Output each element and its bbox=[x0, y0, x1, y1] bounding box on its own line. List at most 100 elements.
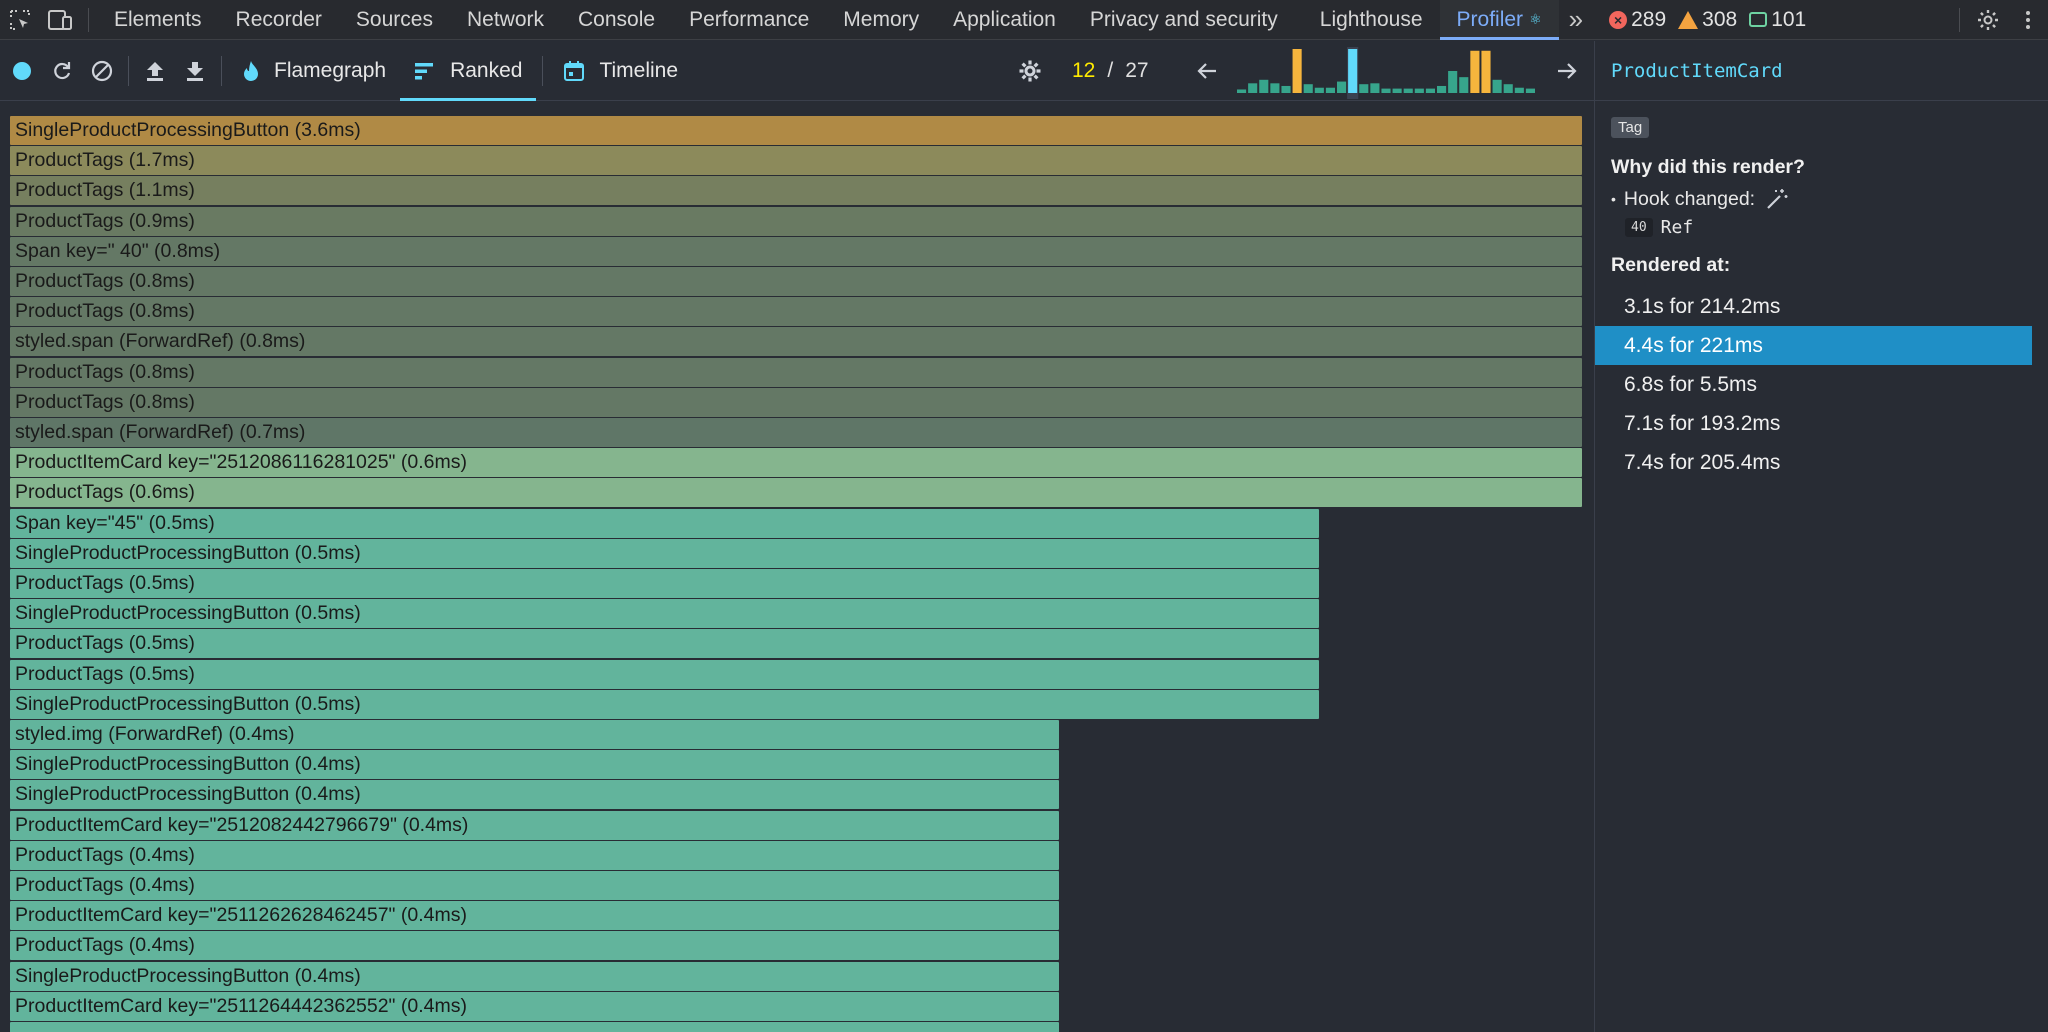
ranked-bar[interactable]: SingleProductProcessingButton (0.4ms) bbox=[10, 780, 1059, 810]
ranked-tab[interactable]: Ranked bbox=[400, 41, 537, 101]
ranked-bar[interactable]: ProductTags (0.9ms) bbox=[10, 206, 1582, 236]
commit-bar[interactable] bbox=[1392, 88, 1402, 93]
error-counter[interactable]: × 289 bbox=[1609, 8, 1666, 32]
ranked-bar[interactable]: ProductTags (0.5ms) bbox=[10, 659, 1319, 689]
ranked-bar[interactable]: ProductTags (0.5ms) bbox=[10, 629, 1319, 659]
rendered-at-item[interactable]: 7.1s for 193.2ms bbox=[1595, 404, 2032, 443]
ranked-bar[interactable]: ProductTags (0.8ms) bbox=[10, 387, 1582, 417]
commit-bar[interactable] bbox=[1370, 83, 1380, 93]
timeline-tab[interactable]: Timeline bbox=[549, 41, 692, 101]
ranked-bar[interactable]: ProductTags (0.4ms) bbox=[10, 840, 1059, 870]
tab-console[interactable]: Console bbox=[561, 0, 672, 40]
tab-profiler[interactable]: Profiler ⚛ bbox=[1439, 0, 1559, 40]
ranked-bar[interactable]: ProductTags (0.4ms) bbox=[10, 931, 1059, 961]
commit-bar[interactable] bbox=[1414, 88, 1424, 93]
ranked-bar[interactable]: ProductTags (1.7ms) bbox=[10, 146, 1582, 176]
commit-bar[interactable] bbox=[1303, 84, 1313, 93]
ranked-bar[interactable]: Span key="45" (0.5ms) bbox=[10, 508, 1319, 538]
reload-and-profile-button[interactable] bbox=[42, 41, 82, 101]
commit-bar[interactable] bbox=[1325, 87, 1335, 93]
commit-bar[interactable] bbox=[1237, 89, 1247, 93]
rendered-at-item[interactable]: 3.1s for 214.2ms bbox=[1595, 287, 2032, 326]
tab-memory[interactable]: Memory bbox=[826, 0, 936, 40]
ranked-bar[interactable]: ProductTags (0.8ms) bbox=[10, 297, 1582, 327]
commit-bar[interactable] bbox=[1281, 85, 1291, 93]
commit-bar[interactable] bbox=[1503, 84, 1513, 93]
profiler-settings-button[interactable] bbox=[1010, 41, 1050, 101]
ranked-bar[interactable]: ProductTags (0.8ms) bbox=[10, 267, 1582, 296]
ranked-bar[interactable]: styled.img (ForwardRef) (0.4ms) bbox=[10, 720, 1059, 749]
ranked-bar[interactable]: SingleProductProcessingButton (3.6ms) bbox=[10, 116, 1582, 145]
ranked-bar[interactable]: styled.span (ForwardRef) (0.8ms) bbox=[10, 327, 1582, 357]
tabbar-right-actions bbox=[1951, 0, 2048, 40]
commit-bar[interactable] bbox=[1248, 83, 1258, 93]
ranked-bar[interactable]: ProductTags (0.5ms) bbox=[10, 569, 1319, 598]
commit-bar[interactable] bbox=[1314, 87, 1324, 93]
flamegraph-tab[interactable]: Flamegraph bbox=[228, 41, 400, 101]
ranked-bar[interactable]: ProductTags (0.8ms) bbox=[10, 357, 1582, 387]
ranked-bar[interactable]: ProductItemCard key="2512086116281025" (… bbox=[10, 448, 1582, 478]
commit-bar[interactable] bbox=[1348, 49, 1358, 93]
tab-network[interactable]: Network bbox=[450, 0, 561, 40]
ranked-bar[interactable]: SingleProductProcessingButton (0.4ms) bbox=[10, 750, 1059, 780]
ranked-bar[interactable]: SingleProductProcessingButton (0.4ms) bbox=[10, 961, 1059, 991]
ranked-bar[interactable]: Span key=" 40" (0.8ms) bbox=[10, 236, 1582, 266]
ranked-bar[interactable] bbox=[10, 1022, 1059, 1032]
tab-sources[interactable]: Sources bbox=[339, 0, 450, 40]
ranked-bar[interactable]: styled.span (ForwardRef) (0.7ms) bbox=[10, 418, 1582, 447]
settings-gear-icon[interactable] bbox=[1968, 0, 2008, 40]
commit-bar[interactable] bbox=[1448, 71, 1458, 93]
commit-bar[interactable] bbox=[1270, 83, 1280, 93]
commit-bar[interactable] bbox=[1514, 87, 1524, 93]
rendered-at-item[interactable]: 7.4s for 205.4ms bbox=[1595, 443, 2032, 482]
commit-bar[interactable] bbox=[1525, 88, 1535, 93]
tab-elements[interactable]: Elements bbox=[97, 0, 219, 40]
magic-wand-icon[interactable] bbox=[1765, 187, 1789, 211]
commit-bar[interactable] bbox=[1481, 50, 1491, 93]
next-commit-button[interactable] bbox=[1556, 41, 1578, 101]
clear-profiling-button[interactable] bbox=[82, 41, 122, 101]
tab-lighthouse[interactable]: Lighthouse bbox=[1303, 0, 1440, 40]
ranked-bar[interactable]: ProductTags (0.4ms) bbox=[10, 871, 1059, 900]
message-counter[interactable]: 101 bbox=[1749, 8, 1806, 32]
ranked-bar[interactable]: ProductTags (1.1ms) bbox=[10, 176, 1582, 206]
commit-bar[interactable] bbox=[1492, 79, 1502, 93]
rendered-at-item[interactable]: 6.8s for 5.5ms bbox=[1595, 365, 2032, 404]
commit-bar[interactable] bbox=[1337, 81, 1347, 93]
commit-bar[interactable] bbox=[1381, 88, 1391, 93]
commit-bar[interactable] bbox=[1403, 88, 1413, 93]
commit-bar[interactable] bbox=[1359, 84, 1369, 93]
ranked-bar[interactable]: SingleProductProcessingButton (0.5ms) bbox=[10, 599, 1319, 629]
more-tabs-icon[interactable]: » bbox=[1559, 4, 1593, 35]
kebab-menu-icon[interactable] bbox=[2008, 0, 2048, 40]
hook-name: Ref bbox=[1660, 217, 1694, 238]
record-icon bbox=[13, 61, 31, 80]
toolbar-separator bbox=[542, 55, 544, 86]
inspect-element-icon[interactable] bbox=[0, 0, 40, 40]
record-button[interactable] bbox=[2, 41, 42, 101]
commit-bar[interactable] bbox=[1425, 88, 1435, 93]
load-profile-button[interactable] bbox=[135, 41, 175, 101]
previous-commit-button[interactable] bbox=[1196, 41, 1218, 101]
commit-selector-chart[interactable] bbox=[1236, 47, 1536, 99]
ranked-bar[interactable]: ProductTags (0.6ms) bbox=[10, 478, 1582, 508]
rendered-at-item[interactable]: 4.4s for 221ms bbox=[1595, 326, 2032, 365]
ranked-bar[interactable]: ProductItemCard key="2511262628462457" (… bbox=[10, 901, 1059, 931]
commit-bar[interactable] bbox=[1470, 50, 1480, 93]
commit-bar[interactable] bbox=[1292, 49, 1302, 93]
commit-bar[interactable] bbox=[1459, 77, 1469, 93]
commit-bar[interactable] bbox=[1259, 79, 1269, 93]
commit-bar[interactable] bbox=[1437, 85, 1447, 93]
tab-application[interactable]: Application bbox=[936, 0, 1073, 40]
tab-privacy[interactable]: Privacy and security bbox=[1073, 0, 1295, 40]
console-counters[interactable]: × 289 308 101 bbox=[1609, 8, 1818, 32]
tab-recorder[interactable]: Recorder bbox=[219, 0, 339, 40]
ranked-bar[interactable]: ProductItemCard key="2511264442362552" (… bbox=[10, 991, 1059, 1021]
tab-performance[interactable]: Performance bbox=[672, 0, 826, 40]
ranked-bar[interactable]: SingleProductProcessingButton (0.5ms) bbox=[10, 689, 1319, 719]
ranked-bar[interactable]: SingleProductProcessingButton (0.5ms) bbox=[10, 538, 1319, 568]
save-profile-button[interactable] bbox=[175, 41, 215, 101]
ranked-bar[interactable]: ProductItemCard key="2512082442796679" (… bbox=[10, 810, 1059, 840]
warning-counter[interactable]: 308 bbox=[1678, 8, 1737, 32]
device-toolbar-icon[interactable] bbox=[40, 0, 80, 40]
